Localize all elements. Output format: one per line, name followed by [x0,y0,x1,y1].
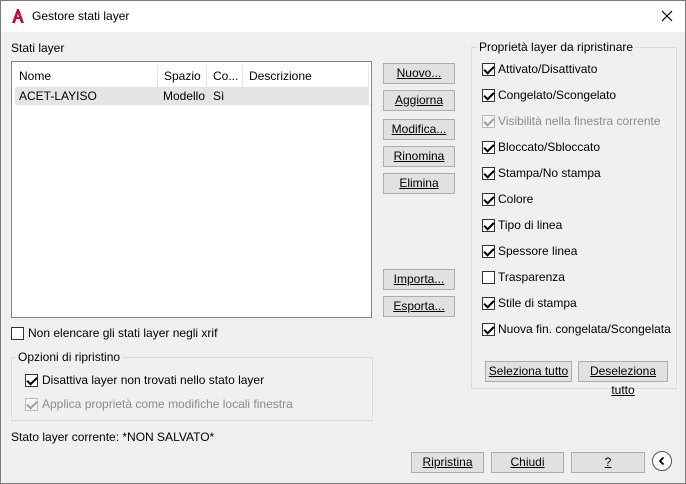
export-button[interactable]: Esporta... [383,296,455,317]
prop-transparency-label: Trasparenza [498,270,565,284]
help-button[interactable]: ? [571,452,645,473]
column-header-nome[interactable]: Nome [13,65,158,87]
deselect-all-button[interactable]: Deseleziona tutto [578,361,668,397]
layer-states-manager-dialog: Gestore stati layer Stati layer Nome Spa… [0,0,686,484]
prop-plot-style-label: Stile di stampa [498,296,577,310]
layer-states-label: Stati layer [11,41,65,55]
prop-plot-label: Stampa/No stampa [498,166,601,180]
deactivate-missing-layers-checkbox[interactable] [25,374,38,387]
restore-button[interactable]: Ripristina [411,452,484,473]
select-all-button[interactable]: Seleziona tutto [485,361,572,382]
title-bar[interactable]: Gestore stati layer [1,1,685,32]
prop-on-off-checkbox[interactable] [482,63,495,76]
xref-label: Non elencare gli stati layer negli xrif [28,326,218,340]
prop-transparency-checkbox[interactable] [482,271,495,284]
apply-viewport-overrides-checkbox [25,398,38,411]
close-icon [661,10,673,22]
properties-title: Proprietà layer da ripristinare [477,40,636,54]
collapse-button[interactable] [652,451,672,471]
prop-on-off-label: Attivato/Disattivato [498,62,598,76]
cell-co: Sì [213,89,225,103]
prop-new-vp-freeze-checkbox[interactable] [482,323,495,336]
cell-spazio: Modello [163,89,206,103]
close-button[interactable] [653,3,681,29]
column-header-co[interactable]: Co... [207,65,243,87]
close-dialog-button[interactable]: Chiudi [491,452,564,473]
layer-states-list[interactable]: Nome Spazio Co... Descrizione ACET-LAYIS… [11,61,372,318]
prop-linetype-checkbox[interactable] [482,219,495,232]
deactivate-missing-layers-label: Disattiva layer non trovati nello stato … [42,373,265,387]
edit-button[interactable]: Modifica... [383,119,455,140]
prop-plot-checkbox[interactable] [482,167,495,180]
prop-lock-checkbox[interactable] [482,141,495,154]
apply-viewport-overrides-label: Applica proprietà come modifiche locali … [42,397,293,411]
xref-checkbox[interactable] [11,327,24,340]
column-header-spazio[interactable]: Spazio [158,65,207,87]
rename-button[interactable]: Rinomina [383,146,455,167]
cell-nome: ACET-LAYISO [19,89,97,103]
delete-button[interactable]: Elimina [383,173,455,194]
prop-linetype-label: Tipo di linea [498,218,563,232]
restore-options-title: Opzioni di ripristino [16,350,123,364]
window-title: Gestore stati layer [32,9,130,23]
current-state-status: Stato layer corrente: *NON SALVATO* [11,430,215,444]
prop-new-vp-freeze-label: Nuova fin. congelata/Scongelata [498,322,671,336]
prop-plot-style-checkbox[interactable] [482,297,495,310]
prop-freeze-label: Congelato/Scongelato [498,88,617,102]
restore-options-group [11,357,373,421]
autocad-icon [10,8,26,24]
prop-lineweight-label: Spessore linea [498,244,578,258]
update-button[interactable]: Aggiorna [383,90,455,111]
prop-lock-label: Bloccato/Sbloccato [498,140,601,154]
table-row[interactable]: ACET-LAYISO Modello Sì [15,87,369,105]
prop-viewport-visibility-label: Visibilità nella finestra corrente [498,114,661,128]
prop-freeze-checkbox[interactable] [482,89,495,102]
new-button[interactable]: Nuovo... [383,63,455,84]
prop-color-checkbox[interactable] [482,193,495,206]
prop-lineweight-checkbox[interactable] [482,245,495,258]
prop-viewport-visibility-checkbox [482,115,495,128]
import-button[interactable]: Importa... [383,269,455,290]
chevron-left-icon [658,456,665,466]
prop-color-label: Colore [498,192,534,206]
column-header-descrizione[interactable]: Descrizione [243,65,369,87]
